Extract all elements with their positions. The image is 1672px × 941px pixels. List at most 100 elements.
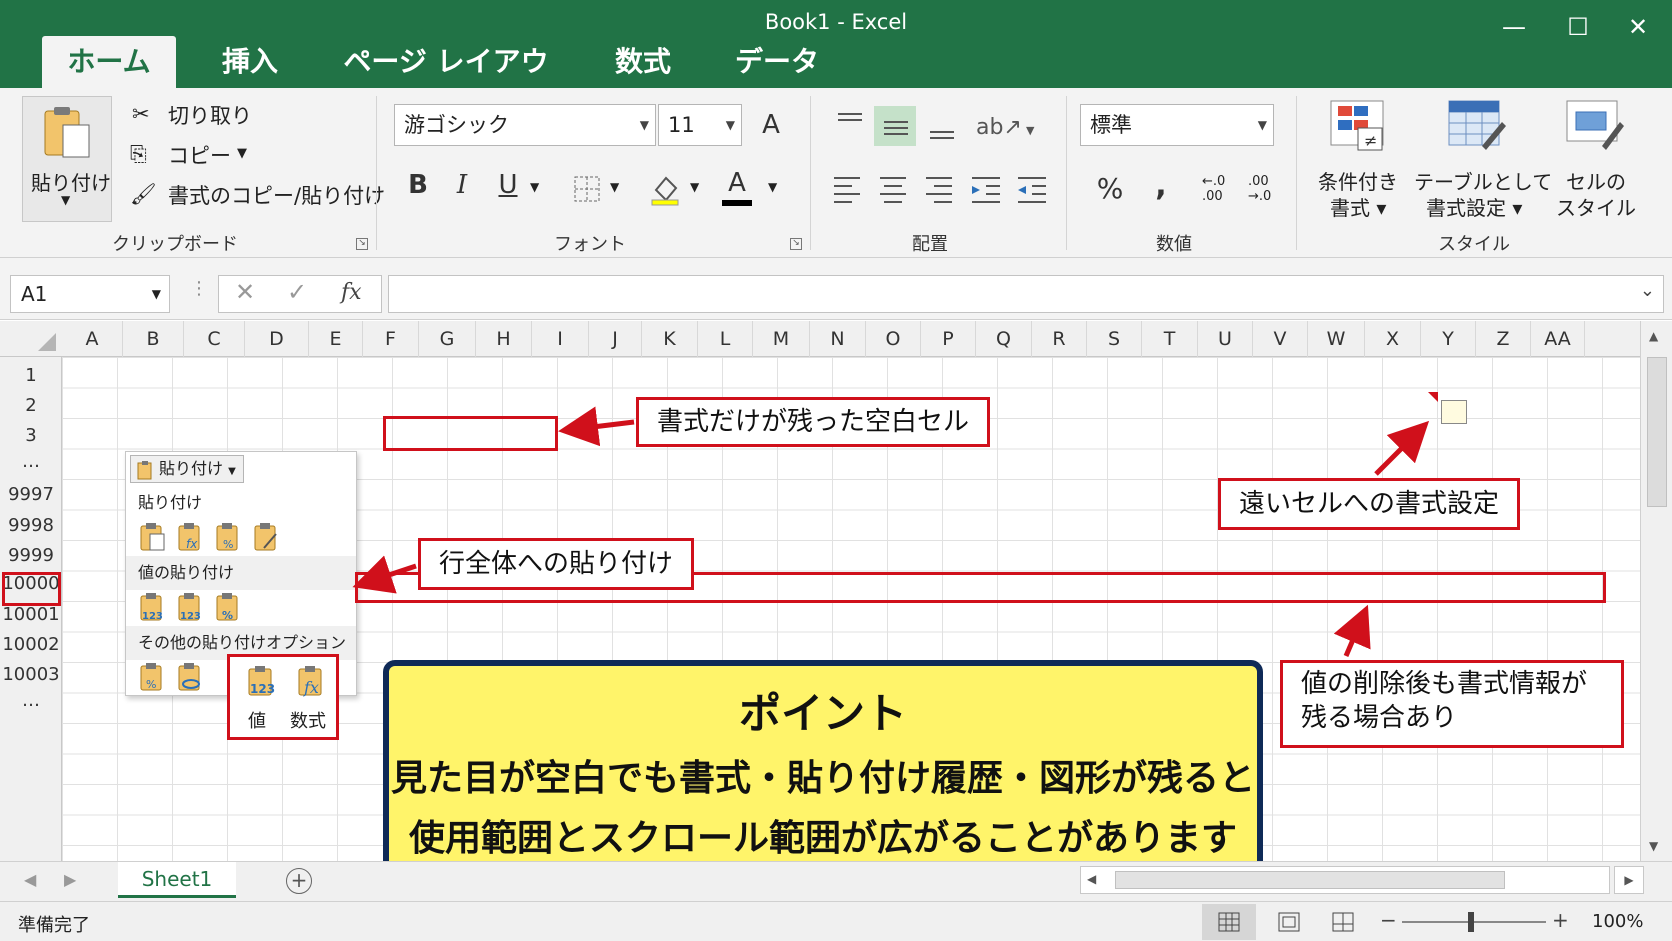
font-name-select[interactable]: 游ゴシック ▼ <box>394 104 656 146</box>
font-size-select[interactable]: 11 ▼ <box>658 104 742 146</box>
clipboard-launcher-icon[interactable]: ↘ <box>356 238 368 250</box>
chevron-down-icon[interactable]: ▼ <box>610 180 619 194</box>
paste-formatting-icon[interactable]: % <box>138 662 166 692</box>
underline-button[interactable]: U <box>494 170 522 200</box>
paste-values-source-icon[interactable]: % <box>214 592 242 622</box>
fill-color-icon[interactable] <box>648 172 682 206</box>
expand-formula-icon[interactable]: ⌄ <box>1640 280 1655 301</box>
chevron-down-icon[interactable]: ▼ <box>530 180 539 194</box>
tab-home[interactable]: ホーム <box>42 36 176 88</box>
column-header-cell[interactable]: C <box>184 321 245 357</box>
paste-options-button[interactable]: 貼り付け ▼ <box>130 455 244 483</box>
format-painter-button[interactable]: 書式のコピー/貼り付け <box>168 180 385 210</box>
column-header-cell[interactable]: L <box>698 321 753 357</box>
row-header-cell[interactable]: … <box>0 451 62 472</box>
sheet-tab-sheet1[interactable]: Sheet1 <box>118 862 236 898</box>
drag-handle-icon[interactable]: ⋮ <box>190 278 208 299</box>
paste-keep-format-icon[interactable] <box>252 522 280 552</box>
add-sheet-button[interactable]: + <box>286 868 312 894</box>
column-header-cell[interactable]: W <box>1308 321 1365 357</box>
hscroll-thumb[interactable] <box>1115 871 1505 889</box>
column-header-cell[interactable]: N <box>810 321 866 357</box>
format-as-table-line2[interactable]: 書式設定 ▾ <box>1426 192 1522 221</box>
row-header-cell[interactable]: … <box>0 690 62 711</box>
cut-button[interactable]: 切り取り <box>168 100 252 130</box>
copy-button[interactable]: コピー <box>168 140 231 170</box>
maximize-button[interactable]: ☐ <box>1558 12 1598 42</box>
select-all-icon[interactable] <box>36 331 58 353</box>
zoom-level[interactable]: 100% <box>1592 911 1643 932</box>
increase-decimal-button[interactable]: ←.0 .00 <box>1202 174 1225 204</box>
column-header-cell[interactable]: V <box>1253 321 1308 357</box>
column-header-cell[interactable]: E <box>309 321 363 357</box>
tab-data[interactable]: データ <box>722 36 832 88</box>
column-header-cell[interactable]: J <box>589 321 642 357</box>
name-box[interactable]: A1 ▼ <box>10 275 170 313</box>
paste-formulas-icon[interactable]: fx <box>296 665 326 697</box>
paste-formulas-format-icon[interactable]: % <box>214 522 242 552</box>
column-header-cell[interactable]: R <box>1032 321 1087 357</box>
zoom-slider-thumb[interactable] <box>1468 912 1474 932</box>
page-layout-view-icon[interactable] <box>1278 912 1300 932</box>
copy-dropdown-icon[interactable]: ▼ <box>237 146 247 161</box>
column-header-cell[interactable]: S <box>1087 321 1142 357</box>
column-header-cell[interactable]: Y <box>1421 321 1476 357</box>
format-as-table-line1[interactable]: テーブルとして <box>1414 166 1552 195</box>
column-header-cell[interactable]: U <box>1198 321 1253 357</box>
cell-style-line1[interactable]: セルの <box>1566 166 1626 195</box>
row-header-cell[interactable]: 10001 <box>0 604 62 625</box>
column-header-cell[interactable]: A <box>62 321 123 357</box>
row-header-cell[interactable]: 3 <box>0 425 62 446</box>
normal-view-button[interactable] <box>1202 904 1256 940</box>
bold-button[interactable]: B <box>404 170 432 200</box>
paste-values-icon[interactable]: 123 <box>138 592 166 622</box>
close-button[interactable]: ✕ <box>1618 12 1658 42</box>
row-header-cell[interactable]: 1 <box>0 365 62 386</box>
column-header-cell[interactable]: T <box>1142 321 1198 357</box>
paste-link-icon[interactable] <box>176 662 204 692</box>
column-header-cell[interactable]: K <box>642 321 698 357</box>
formula-input[interactable]: ⌄ <box>388 275 1664 313</box>
italic-button[interactable]: I <box>448 170 476 200</box>
column-header-cell[interactable]: Z <box>1476 321 1531 357</box>
scroll-left-icon[interactable]: ◀ <box>1087 872 1096 886</box>
comma-button[interactable]: , <box>1148 168 1174 203</box>
column-header-cell[interactable]: AA <box>1531 321 1585 357</box>
column-header-cell[interactable]: M <box>753 321 810 357</box>
column-header-cell[interactable]: I <box>532 321 589 357</box>
page-break-view-icon[interactable] <box>1332 912 1354 932</box>
paste-values-number-icon[interactable]: 123 <box>176 592 204 622</box>
column-header-cell[interactable]: O <box>866 321 921 357</box>
horizontal-align-icons[interactable] <box>830 174 1050 204</box>
row-header-cell[interactable]: 9997 <box>0 484 62 505</box>
cancel-button[interactable]: ✕ <box>235 278 255 306</box>
column-header-cell[interactable]: B <box>123 321 184 357</box>
chevron-down-icon[interactable]: ▼ <box>768 180 777 194</box>
zoom-out-button[interactable]: − <box>1380 908 1397 932</box>
vertical-align-icons[interactable]: ab↗ ▼ <box>830 106 1050 146</box>
paste-values-icon[interactable]: 123 <box>246 665 276 697</box>
horizontal-scrollbar[interactable]: ◀ <box>1080 866 1610 894</box>
vertical-scrollbar[interactable]: ▲ ▼ <box>1640 321 1672 861</box>
column-header-cell[interactable]: G <box>419 321 476 357</box>
paste-formulas-icon[interactable]: fx <box>176 522 204 552</box>
scroll-right-icon[interactable]: ▶ <box>1614 866 1644 894</box>
next-sheet-icon[interactable]: ▶ <box>64 870 76 889</box>
tab-page-layout[interactable]: ページ レイアウト <box>336 36 556 130</box>
scroll-thumb[interactable] <box>1647 357 1667 507</box>
row-header-cell[interactable]: 9999 <box>0 545 62 566</box>
font-launcher-icon[interactable]: ↘ <box>790 238 802 250</box>
conditional-format-line2[interactable]: 書式 ▾ <box>1330 192 1386 221</box>
column-header-cell[interactable]: F <box>363 321 419 357</box>
conditional-format-line1[interactable]: 条件付き <box>1318 166 1398 195</box>
minimize-button[interactable]: — <box>1494 12 1534 42</box>
row-header-cell[interactable]: 9998 <box>0 515 62 536</box>
paste-icon[interactable] <box>138 522 166 552</box>
decrease-decimal-button[interactable]: .00 →.0 <box>1248 174 1271 204</box>
cell-style-line2[interactable]: スタイル <box>1556 192 1636 221</box>
prev-sheet-icon[interactable]: ◀ <box>24 870 36 889</box>
tab-formulas[interactable]: 数式 <box>596 36 690 88</box>
chevron-down-icon[interactable]: ▼ <box>690 180 699 194</box>
scroll-up-icon[interactable]: ▲ <box>1649 329 1658 343</box>
column-header-cell[interactable]: D <box>245 321 309 357</box>
